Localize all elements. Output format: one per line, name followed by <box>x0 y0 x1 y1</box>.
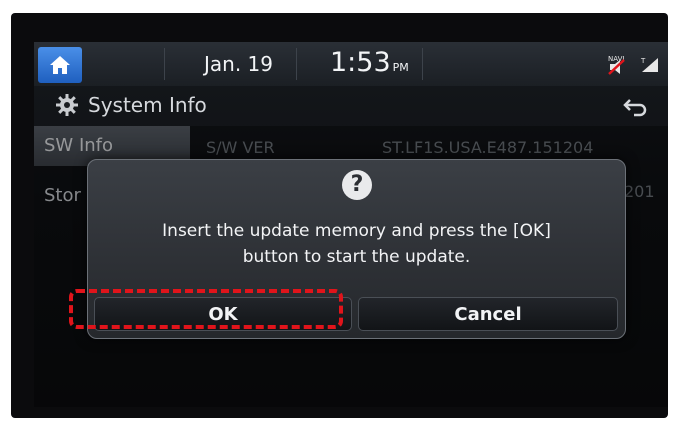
home-button[interactable] <box>38 47 82 83</box>
dialog-message: Insert the update memory and press the [… <box>88 218 625 270</box>
page-title: System Info <box>88 93 207 117</box>
status-divider <box>422 48 423 80</box>
gear-icon <box>56 94 78 116</box>
infotainment-screen: Jan. 19 1:53 PM NAVI T System Info SW In… <box>34 42 668 407</box>
dialog-message-line: Insert the update memory and press the [… <box>162 221 551 241</box>
home-icon <box>50 56 70 74</box>
status-bar: Jan. 19 1:53 PM NAVI T <box>34 42 668 86</box>
dialog-message-line: button to start the update. <box>242 247 471 267</box>
cancel-button[interactable]: Cancel <box>358 297 618 331</box>
clock-time: 1:53 <box>330 47 391 78</box>
question-icon: ? <box>342 170 372 200</box>
navi-muted-icon: NAVI <box>608 55 625 75</box>
status-divider <box>164 48 165 80</box>
status-divider <box>296 48 297 80</box>
clock-ampm: PM <box>392 61 409 74</box>
svg-text:T: T <box>640 57 646 65</box>
signal-icon: T <box>640 57 658 72</box>
back-icon[interactable] <box>622 97 648 117</box>
ok-highlight-annotation <box>69 289 343 329</box>
status-date: Jan. 19 <box>204 52 273 76</box>
status-clock: 1:53 PM <box>330 47 409 78</box>
